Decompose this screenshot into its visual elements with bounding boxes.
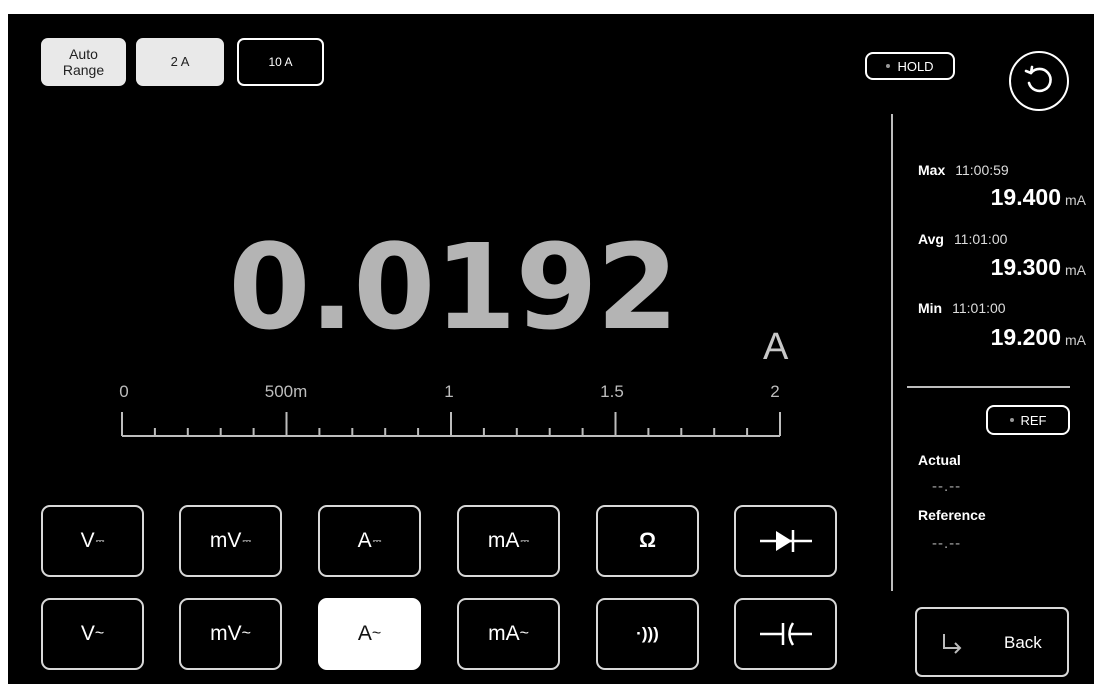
reset-icon bbox=[1024, 65, 1052, 93]
range-10a-button[interactable]: 10 A bbox=[237, 38, 324, 86]
mode-dc-milliamps-button[interactable]: mA ⎓ bbox=[457, 505, 560, 577]
side-panel-divider bbox=[891, 114, 893, 591]
avg-time: 11:01:00 bbox=[953, 231, 1008, 247]
range-2a-label: 2 A bbox=[170, 54, 190, 69]
mode-dc-volts-button[interactable]: V ⎓ bbox=[41, 505, 144, 577]
stats-divider bbox=[907, 386, 1070, 388]
analog-scale: 0 500m 1 1.5 2 bbox=[8, 374, 808, 444]
back-button[interactable]: Back bbox=[915, 607, 1069, 677]
main-reading: 0.0192 bbox=[228, 218, 678, 356]
max-time: 11:00:59 bbox=[955, 162, 1009, 178]
max-value: 19.400 bbox=[990, 184, 1061, 210]
actual-value: --.-- bbox=[932, 478, 962, 495]
return-arrow-icon bbox=[943, 634, 962, 654]
avg-unit: mA bbox=[1065, 262, 1086, 278]
min-label: Min bbox=[918, 300, 943, 316]
dc-symbol: ⎓ bbox=[372, 534, 382, 547]
avg-value-row: 19.300 mA bbox=[991, 254, 1086, 281]
mode-resistance-button[interactable]: Ω bbox=[596, 505, 699, 577]
hold-label: HOLD bbox=[897, 58, 934, 74]
multimeter-screen: Auto Range 2 A 10 A HOLD 0.0192 A 0 500m… bbox=[8, 14, 1094, 684]
max-label: Max bbox=[918, 162, 946, 178]
ohm-icon: Ω bbox=[639, 529, 656, 552]
mode-ac-milliamps-button[interactable]: mA ~ bbox=[457, 598, 560, 670]
ref-indicator-dot bbox=[1009, 418, 1014, 422]
mode-dc-amps-label: A bbox=[357, 529, 372, 552]
hold-indicator-dot bbox=[886, 64, 891, 68]
max-value-row: 19.400 mA bbox=[991, 184, 1086, 211]
mode-ac-milliamps-label: mA bbox=[488, 622, 520, 645]
mode-dc-milliamps-label: mA bbox=[487, 529, 520, 552]
scale-ticks bbox=[121, 412, 781, 437]
mode-dc-millivolts-label: mV bbox=[209, 529, 242, 552]
mode-capacitance-button[interactable] bbox=[734, 598, 837, 670]
mode-ac-volts-button[interactable]: V ~ bbox=[41, 598, 144, 670]
avg-header: Avg 11:01:00 bbox=[918, 231, 1007, 247]
max-header: Max 11:00:59 bbox=[918, 162, 1009, 178]
continuity-icon: ·))) bbox=[636, 624, 659, 643]
dc-symbol: ⎓ bbox=[95, 534, 105, 547]
min-unit: mA bbox=[1065, 332, 1086, 348]
avg-label: Avg bbox=[918, 231, 944, 247]
ac-symbol: ~ bbox=[519, 625, 529, 642]
dc-symbol: ⎓ bbox=[520, 534, 530, 547]
min-value-row: 19.200 mA bbox=[991, 324, 1086, 351]
reference-label: Reference bbox=[918, 507, 986, 523]
mode-dc-volts-label: V bbox=[80, 529, 95, 552]
dc-symbol: ⎓ bbox=[242, 534, 252, 547]
mode-diode-button[interactable] bbox=[734, 505, 837, 577]
diode-icon bbox=[759, 530, 812, 552]
min-value: 19.200 bbox=[990, 324, 1061, 350]
reset-button[interactable] bbox=[1009, 51, 1069, 111]
ac-symbol: ~ bbox=[241, 625, 251, 642]
reference-value: --.-- bbox=[932, 535, 962, 552]
avg-value: 19.300 bbox=[990, 254, 1061, 280]
auto-range-label: Auto Range bbox=[62, 46, 105, 78]
min-header: Min 11:01:00 bbox=[918, 300, 1006, 316]
capacitor-icon bbox=[759, 622, 812, 646]
ac-symbol: ~ bbox=[371, 625, 382, 642]
range-10a-label: 10 A bbox=[268, 55, 293, 69]
ac-symbol: ~ bbox=[94, 625, 105, 642]
mode-ac-amps-button[interactable]: A ~ bbox=[318, 598, 421, 670]
max-unit: mA bbox=[1065, 192, 1086, 208]
range-2a-button[interactable]: 2 A bbox=[136, 38, 224, 86]
back-label: Back bbox=[1004, 633, 1042, 652]
auto-range-button[interactable]: Auto Range bbox=[41, 38, 126, 86]
min-time: 11:01:00 bbox=[952, 300, 1006, 316]
ref-button[interactable]: REF bbox=[986, 405, 1070, 435]
mode-ac-amps-label: A bbox=[357, 622, 372, 645]
ref-label: REF bbox=[1020, 412, 1047, 428]
mode-continuity-button[interactable]: ·))) bbox=[596, 598, 699, 670]
mode-ac-millivolts-button[interactable]: mV ~ bbox=[179, 598, 282, 670]
actual-label: Actual bbox=[918, 452, 961, 468]
mode-dc-amps-button[interactable]: A ⎓ bbox=[318, 505, 421, 577]
hold-button[interactable]: HOLD bbox=[865, 52, 955, 80]
reading-unit: A bbox=[763, 326, 789, 368]
mode-dc-millivolts-button[interactable]: mV ⎓ bbox=[179, 505, 282, 577]
mode-ac-millivolts-label: mV bbox=[210, 622, 242, 645]
mode-ac-volts-label: V bbox=[80, 622, 95, 645]
